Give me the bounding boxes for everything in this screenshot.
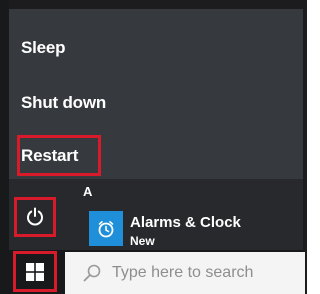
power-options-menu: Sleep Shut down Restart <box>9 9 303 179</box>
alarms-clock-tile[interactable] <box>89 211 123 246</box>
power-button[interactable] <box>14 197 56 237</box>
photo-border-left <box>0 0 9 294</box>
windows-logo-icon <box>26 262 44 281</box>
start-button[interactable] <box>13 251 57 292</box>
photo-border-top <box>0 0 307 9</box>
alarm-clock-icon <box>98 220 114 237</box>
power-icon <box>27 207 43 226</box>
taskbar-search-box[interactable]: Type here to search <box>65 252 305 294</box>
sleep-option[interactable]: Sleep <box>21 38 66 58</box>
alarms-clock-app-name[interactable]: Alarms & Clock <box>130 214 241 231</box>
new-app-badge: New <box>130 234 155 248</box>
app-list-letter-header[interactable]: A <box>83 184 92 199</box>
start-menu-panel: A Alarms & Clock New <box>9 179 303 250</box>
search-placeholder: Type here to search <box>112 264 254 281</box>
taskbar: Type here to search <box>9 250 305 294</box>
restart-highlight-box <box>17 135 101 176</box>
shut-down-option[interactable]: Shut down <box>21 93 106 113</box>
search-icon <box>83 264 101 282</box>
photo-border-right <box>303 0 307 294</box>
